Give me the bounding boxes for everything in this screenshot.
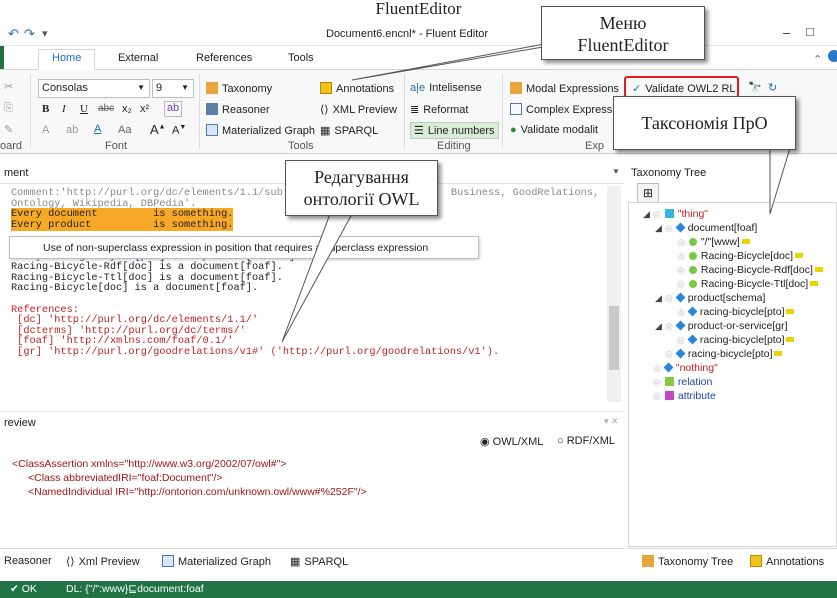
menu-callout-pointer xyxy=(351,41,573,81)
menu-callout: Меню FluentEditor xyxy=(541,6,705,60)
editing-callout: Редагування онтології OWL xyxy=(285,160,438,216)
callout-pointers xyxy=(281,41,791,343)
taxonomy-callout: Таксономія ПрО xyxy=(613,96,796,150)
editing-callout-pointer xyxy=(281,213,353,343)
taxonomy-callout-pointer xyxy=(769,147,791,215)
